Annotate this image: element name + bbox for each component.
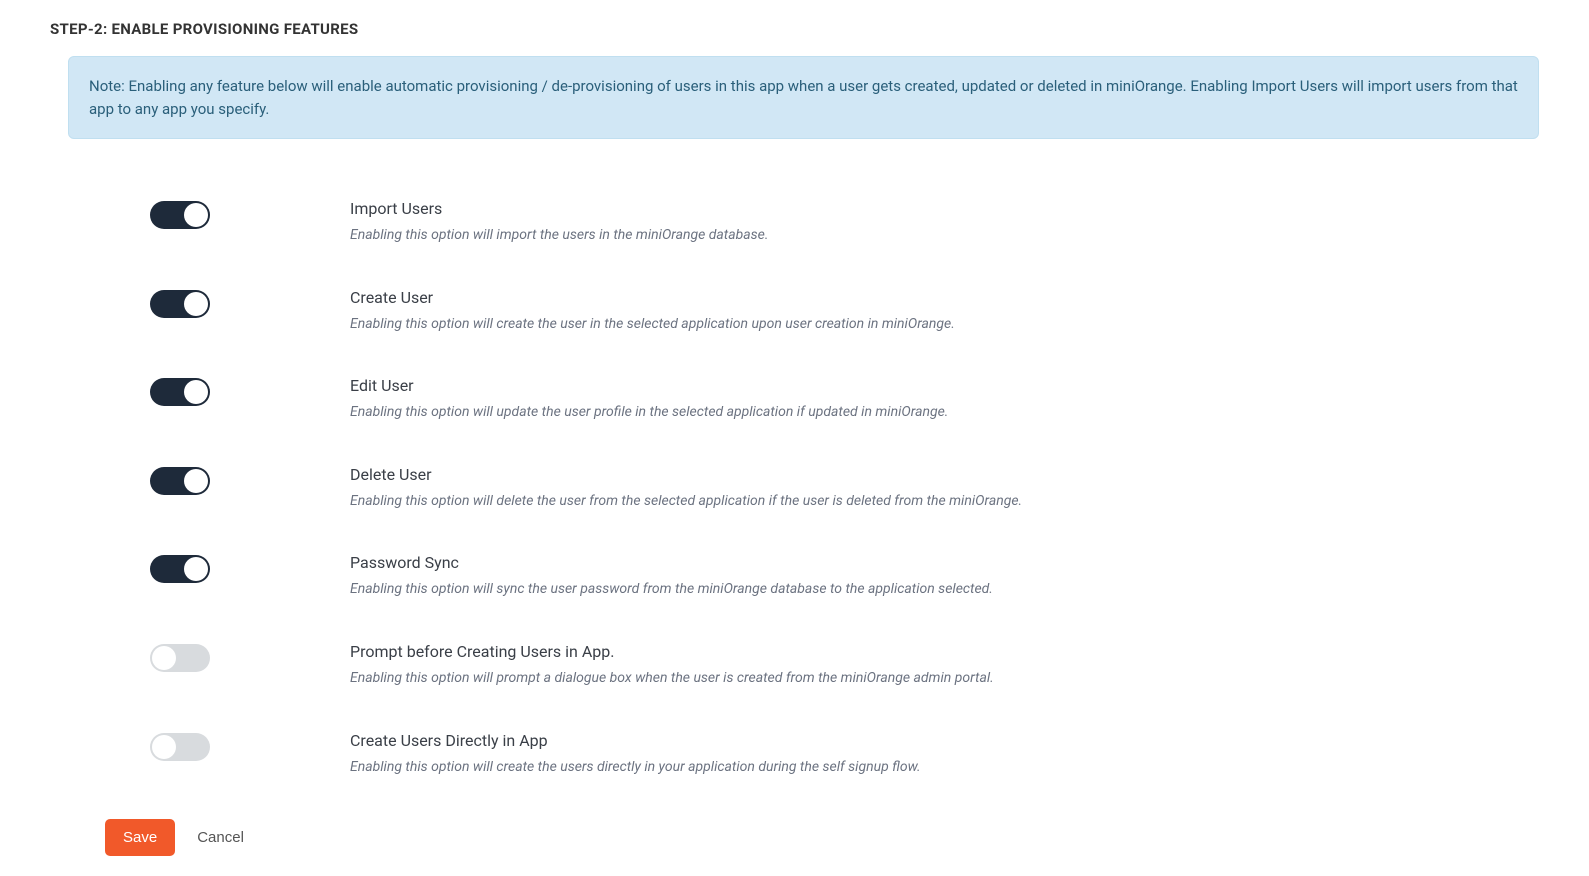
feature-row: Password Sync Enabling this option will … (150, 553, 1539, 600)
toggle-delete-user[interactable] (150, 467, 210, 495)
feature-desc: Enabling this option will sync the user … (350, 580, 1539, 600)
toggle-import-users[interactable] (150, 201, 210, 229)
feature-desc: Enabling this option will create the use… (350, 315, 1539, 335)
feature-desc: Enabling this option will delete the use… (350, 492, 1539, 512)
feature-row: Delete User Enabling this option will de… (150, 465, 1539, 512)
feature-row: Create Users Directly in App Enabling th… (150, 731, 1539, 778)
feature-title: Create User (350, 288, 1539, 307)
feature-row: Prompt before Creating Users in App. Ena… (150, 642, 1539, 689)
feature-desc: Enabling this option will import the use… (350, 226, 1539, 246)
feature-row: Edit User Enabling this option will upda… (150, 376, 1539, 423)
feature-desc: Enabling this option will create the use… (350, 758, 1539, 778)
feature-desc: Enabling this option will prompt a dialo… (350, 669, 1539, 689)
feature-title: Edit User (350, 376, 1539, 395)
feature-title: Password Sync (350, 553, 1539, 572)
toggle-prompt-before-create[interactable] (150, 644, 210, 672)
feature-row: Import Users Enabling this option will i… (150, 199, 1539, 246)
toggle-create-user[interactable] (150, 290, 210, 318)
features-list: Import Users Enabling this option will i… (150, 199, 1539, 777)
save-button[interactable]: Save (105, 819, 175, 856)
feature-title: Prompt before Creating Users in App. (350, 642, 1539, 661)
feature-row: Create User Enabling this option will cr… (150, 288, 1539, 335)
feature-title: Create Users Directly in App (350, 731, 1539, 750)
info-note: Note: Enabling any feature below will en… (68, 56, 1539, 139)
toggle-edit-user[interactable] (150, 378, 210, 406)
toggle-password-sync[interactable] (150, 555, 210, 583)
action-bar: Save Cancel (105, 819, 1539, 856)
step-title: STEP-2: ENABLE PROVISIONING FEATURES (50, 20, 1539, 38)
toggle-create-directly[interactable] (150, 733, 210, 761)
feature-title: Import Users (350, 199, 1539, 218)
cancel-button[interactable]: Cancel (197, 829, 244, 846)
feature-title: Delete User (350, 465, 1539, 484)
feature-desc: Enabling this option will update the use… (350, 403, 1539, 423)
